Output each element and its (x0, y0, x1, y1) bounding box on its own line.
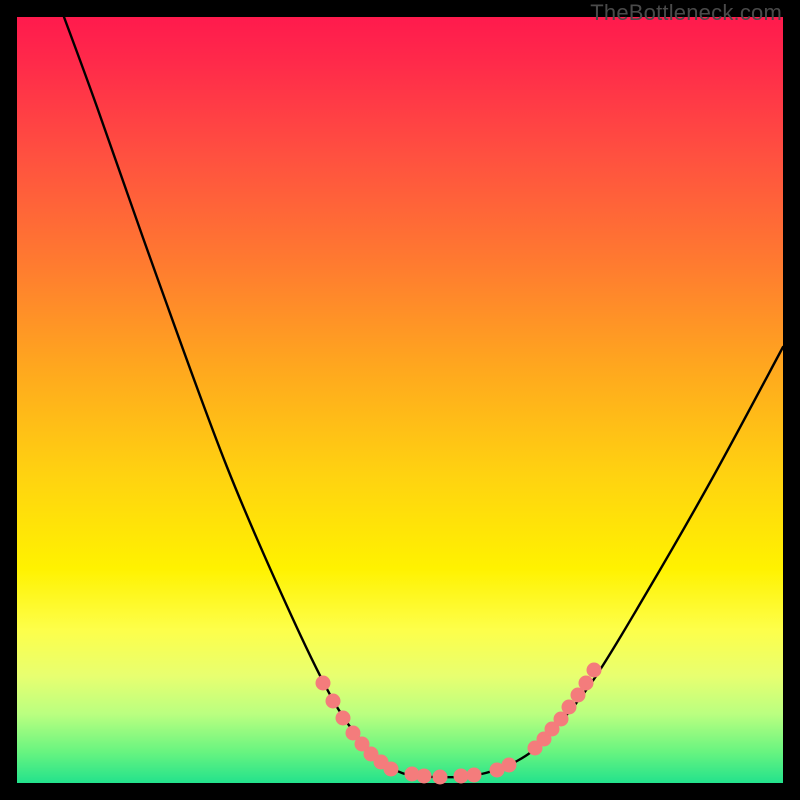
marker-dot (336, 711, 351, 726)
marker-dot (326, 694, 341, 709)
marker-dot (467, 768, 482, 783)
chart-overlay (17, 17, 783, 783)
bottleneck-curve (64, 17, 783, 777)
marker-dot (587, 663, 602, 678)
marker-dot (384, 762, 399, 777)
marker-dot (316, 676, 331, 691)
marker-dot (562, 700, 577, 715)
marker-dot (579, 676, 594, 691)
marker-cluster-right (528, 663, 602, 756)
marker-dot (502, 758, 517, 773)
marker-cluster-bottom (405, 758, 517, 785)
marker-dot (433, 770, 448, 785)
chart-frame: TheBottleneck.com (0, 0, 800, 800)
marker-dot (417, 769, 432, 784)
watermark-text: TheBottleneck.com (590, 0, 782, 26)
marker-dot (454, 769, 469, 784)
